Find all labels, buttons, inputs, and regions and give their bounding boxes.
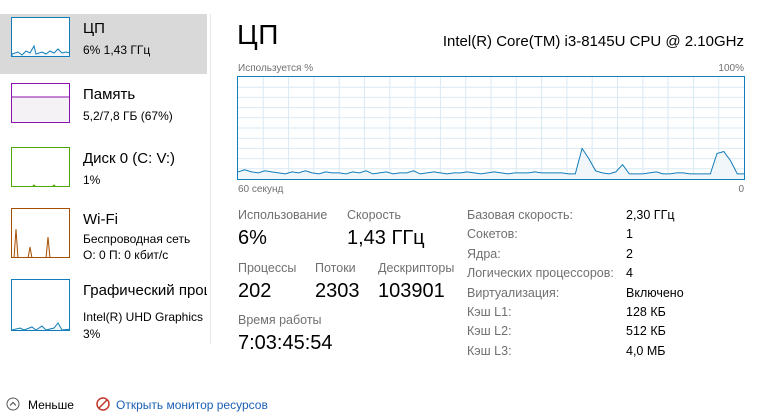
spec-value: 2,30 ГГц	[626, 208, 675, 222]
graph-label-utilization: Используется %	[238, 63, 314, 74]
sidebar-item-title: Графический процессор 0	[83, 282, 207, 299]
handles-value: 103901	[378, 280, 445, 302]
spec-label: Кэш L3:	[467, 344, 512, 358]
sidebar-item-subtitle: Intel(R) UHD Graphics 620	[83, 310, 207, 324]
resource-monitor-icon[interactable]	[96, 397, 110, 411]
sidebar-item-cpu[interactable]: ЦП 6% 1,43 ГГц	[0, 14, 207, 74]
memory-thumbnail-svg	[12, 96, 69, 122]
spec-label: Ядра:	[467, 247, 501, 261]
spec-value: 4,0 МБ	[626, 344, 666, 358]
cpu-thumbnail-graph	[11, 17, 70, 57]
wifi-thumbnail-svg	[13, 228, 51, 257]
spec-value: Включено	[626, 286, 684, 300]
uptime-label: Время работы	[238, 313, 322, 327]
spec-label: Виртуализация:	[467, 286, 560, 300]
spec-value: 1	[626, 227, 633, 241]
cpu-graph-svg	[238, 77, 744, 179]
graph-label-time-span: 60 секунд	[238, 184, 284, 195]
spec-label: Кэш L1:	[467, 305, 512, 319]
spec-label: Логических процессоров:	[467, 266, 614, 280]
processes-label: Процессы	[238, 261, 297, 275]
sidebar-item-title: Память	[83, 86, 136, 103]
utilization-label: Использование	[238, 208, 328, 222]
cpu-model-name: Intel(R) Core(TM) i3-8145U CPU @ 2.10GHz	[442, 33, 744, 50]
disk-thumbnail-graph	[11, 147, 70, 187]
fewer-details-button[interactable]: Меньше	[28, 398, 74, 412]
speed-value: 1,43 ГГц	[347, 227, 425, 249]
spec-value: 128 КБ	[626, 305, 666, 319]
disk-thumbnail-svg	[32, 184, 56, 186]
cpu-utilization-graph	[237, 76, 745, 180]
footer-bar: Меньше Открыть монитор ресурсов	[0, 396, 761, 412]
sidebar-item-subtitle-2: 3%	[83, 327, 101, 341]
spec-label: Базовая скорость:	[467, 208, 573, 222]
page-title: ЦП	[237, 19, 279, 50]
graph-label-zero: 0	[738, 184, 744, 195]
sidebar-item-gpu[interactable]: Графический процессор 0 Intel(R) UHD Gra…	[0, 276, 207, 344]
spec-value: 4	[626, 266, 633, 280]
uptime-value: 7:03:45:54	[238, 332, 333, 354]
sidebar-item-subtitle: 6% 1,43 ГГц	[83, 43, 151, 57]
speed-label: Скорость	[347, 208, 401, 222]
sidebar-item-title: ЦП	[83, 20, 105, 37]
sidebar-divider	[210, 14, 211, 344]
spec-value: 512 КБ	[626, 324, 666, 338]
spec-label: Кэш L2:	[467, 324, 512, 338]
memory-thumbnail-graph	[11, 83, 70, 123]
sidebar-item-disk[interactable]: Диск 0 (C: V:) 1%	[0, 144, 207, 204]
sidebar-item-wifi[interactable]: Wi-Fi Беспроводная сеть О: 0 П: 0 кбит/с	[0, 205, 207, 265]
graph-label-max: 100%	[718, 63, 744, 74]
sidebar-item-title: Wi-Fi	[83, 211, 118, 228]
spec-label: Сокетов:	[467, 227, 518, 241]
sidebar-item-title: Диск 0 (C: V:)	[83, 150, 176, 167]
sidebar-item-subtitle: 1%	[83, 173, 101, 187]
sidebar-item-subtitle: 5,2/7,8 ГБ (67%)	[83, 109, 173, 123]
threads-value: 2303	[315, 280, 360, 302]
threads-label: Потоки	[315, 261, 356, 275]
wifi-thumbnail-graph	[11, 208, 70, 258]
spec-value: 2	[626, 247, 633, 261]
gpu-thumbnail-svg	[12, 322, 69, 330]
chevron-up-icon[interactable]	[6, 397, 20, 411]
cpu-thumbnail-svg	[12, 44, 69, 56]
sidebar-item-memory[interactable]: Память 5,2/7,8 ГБ (67%)	[0, 80, 207, 140]
sidebar-item-subtitle-2: О: 0 П: 0 кбит/с	[83, 248, 169, 262]
processes-value: 202	[238, 280, 272, 302]
sidebar-item-subtitle: Беспроводная сеть	[83, 232, 191, 246]
utilization-value: 6%	[238, 227, 267, 249]
handles-label: Дескрипторы	[378, 261, 455, 275]
gpu-thumbnail-graph	[11, 279, 70, 331]
sidebar: ЦП 6% 1,43 ГГц Память 5,2/7,8 ГБ (67%) Д…	[0, 14, 207, 344]
open-resource-monitor-link[interactable]: Открыть монитор ресурсов	[116, 398, 268, 412]
